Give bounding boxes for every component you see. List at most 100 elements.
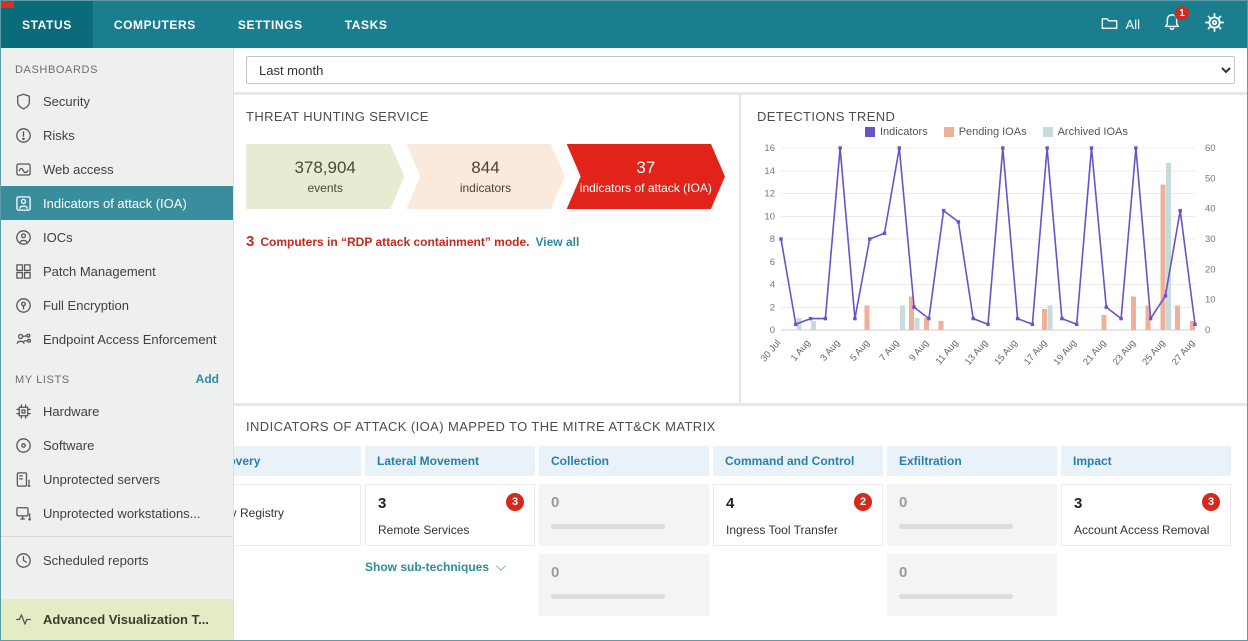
mitre-matrix-scroll[interactable]: Discovery Query RegistryLateral Movement 3… xyxy=(234,446,1247,616)
funnel-events-segment[interactable]: 378,904 events xyxy=(246,144,404,209)
threat-hunting-title: THREAT HUNTING SERVICE xyxy=(246,109,725,124)
main-content: Last month THREAT HUNTING SERVICE 378,90… xyxy=(234,48,1247,640)
sidebar-item-label: IOCs xyxy=(43,230,73,245)
mitre-column-exfiltration: Exfiltration 0 0 xyxy=(887,446,1057,616)
add-list-link[interactable]: Add xyxy=(196,372,219,386)
sidebar-item-scheduled-reports[interactable]: Scheduled reports xyxy=(1,543,233,577)
target-person-icon xyxy=(15,229,32,246)
events-count: 378,904 xyxy=(294,158,355,178)
svg-text:19 Aug: 19 Aug xyxy=(1052,338,1079,368)
nav-tab-status[interactable]: STATUS xyxy=(1,1,93,48)
endpoint-network-icon xyxy=(15,331,32,348)
detections-trend-panel: DETECTIONS TREND IndicatorsPending IOAsA… xyxy=(741,95,1247,403)
computers-filter-button[interactable]: All xyxy=(1100,14,1140,36)
containment-note: 3 Computers in “RDP attack containment” … xyxy=(246,233,725,250)
legend-swatch xyxy=(944,127,954,137)
sidebar-item-patch-management[interactable]: Patch Management xyxy=(1,254,233,288)
show-sub-techniques-link[interactable]: Show sub-techniques xyxy=(365,560,535,574)
app-window: STATUSCOMPUTERSSETTINGSTASKS All 1 xyxy=(0,0,1248,641)
svg-text:50: 50 xyxy=(1205,173,1216,184)
disc-icon xyxy=(15,437,32,454)
svg-text:4: 4 xyxy=(770,280,775,291)
svg-text:17 Aug: 17 Aug xyxy=(1022,338,1049,368)
nav-tab-tasks[interactable]: TASKS xyxy=(324,1,409,48)
svg-text:10: 10 xyxy=(764,211,775,222)
svg-text:23 Aug: 23 Aug xyxy=(1111,338,1138,368)
legend-label: Archived IOAs xyxy=(1058,126,1128,138)
svg-text:0: 0 xyxy=(1205,325,1210,336)
technique-cell[interactable]: 4Ingress Tool Transfer2 xyxy=(713,484,883,546)
detections-trend-title: DETECTIONS TREND xyxy=(757,109,1233,124)
show-sub-techniques-label: Show sub-techniques xyxy=(365,560,489,574)
empty-progress-bar xyxy=(551,594,665,599)
tactic-header[interactable]: Exfiltration xyxy=(887,446,1057,476)
sidebar-item-indicators-of-attack-ioa[interactable]: Indicators of attack (IOA) xyxy=(1,186,233,220)
chevron-down-icon xyxy=(496,561,506,571)
sidebar-item-label: Hardware xyxy=(43,404,99,419)
svg-text:5 Aug: 5 Aug xyxy=(848,338,872,364)
sidebar-item-risks[interactable]: Risks xyxy=(1,118,233,152)
alert-circle-icon xyxy=(15,127,32,144)
time-range-select[interactable]: Last month xyxy=(246,56,1235,84)
nav-tab-settings[interactable]: SETTINGS xyxy=(217,1,324,48)
tactic-header[interactable]: Command and Control xyxy=(713,446,883,476)
empty-progress-bar xyxy=(899,524,1013,529)
encryption-lock-icon xyxy=(15,297,32,314)
svg-text:10: 10 xyxy=(1205,295,1216,306)
nav-tab-computers[interactable]: COMPUTERS xyxy=(93,1,217,48)
folder-icon xyxy=(1100,14,1119,36)
containment-count: 3 xyxy=(246,233,254,250)
sidebar-item-security[interactable]: Security xyxy=(1,84,233,118)
nav-right-tools: All 1 xyxy=(1100,1,1247,48)
sidebar-item-full-encryption[interactable]: Full Encryption xyxy=(1,288,233,322)
sidebar-item-software[interactable]: Software xyxy=(1,428,233,462)
tactic-header[interactable]: Impact xyxy=(1061,446,1231,476)
legend-label: Indicators xyxy=(880,126,928,138)
technique-cell[interactable]: 3Account Access Removal3 xyxy=(1061,484,1231,546)
sidebar-item-endpoint-access-enforcement[interactable]: Endpoint Access Enforcement xyxy=(1,322,233,356)
technique-count: 0 xyxy=(899,494,1045,511)
svg-text:11 Aug: 11 Aug xyxy=(934,338,961,367)
tactic-header[interactable]: Collection xyxy=(539,446,709,476)
svg-text:2: 2 xyxy=(770,302,775,313)
view-all-link[interactable]: View all xyxy=(536,235,580,249)
containment-text: Computers in “RDP attack containment” mo… xyxy=(260,235,529,249)
empty-technique-cell: 0 xyxy=(887,484,1057,546)
notifications-button[interactable]: 1 xyxy=(1162,12,1182,37)
sidebar-item-advanced-visualization-t[interactable]: Advanced Visualization T... xyxy=(1,599,233,640)
technique-count: 3 xyxy=(378,495,522,512)
technique-count: 0 xyxy=(899,564,1045,581)
technique-cell[interactable]: Query Registry xyxy=(234,484,361,546)
mitre-matrix-title: INDICATORS OF ATTACK (IOA) MAPPED TO THE… xyxy=(234,419,1247,446)
svg-text:1 Aug: 1 Aug xyxy=(789,338,813,364)
svg-text:6: 6 xyxy=(770,257,775,268)
sidebar-item-unprotected-workstations[interactable]: Unprotected workstations... xyxy=(1,496,233,530)
funnel-indicators-segment[interactable]: 844 indicators xyxy=(406,144,564,209)
technique-cell[interactable]: 3Remote Services3 xyxy=(365,484,535,546)
technique-name: Account Access Removal xyxy=(1074,523,1218,537)
time-filter-row: Last month xyxy=(234,48,1247,92)
tactic-header[interactable]: Lateral Movement xyxy=(365,446,535,476)
sidebar-item-web-access[interactable]: Web access xyxy=(1,152,233,186)
empty-technique-cell: 0 xyxy=(887,554,1057,616)
sidebar-item-label: Endpoint Access Enforcement xyxy=(43,332,216,347)
technique-count: 3 xyxy=(1074,495,1218,512)
svg-text:27 Aug: 27 Aug xyxy=(1170,338,1197,368)
ioa-label: indicators of attack (IOA) xyxy=(580,181,712,195)
clock-icon xyxy=(15,552,32,569)
threat-hunting-panel: THREAT HUNTING SERVICE 378,904 events 84… xyxy=(234,95,739,403)
sidebar-item-unprotected-servers[interactable]: Unprotected servers xyxy=(1,462,233,496)
sidebar-item-iocs[interactable]: IOCs xyxy=(1,220,233,254)
legend-swatch xyxy=(1043,127,1053,137)
mitre-column-lateral-movement: Lateral Movement 3Remote Services3 Show su… xyxy=(365,446,535,616)
sidebar-item-label: Scheduled reports xyxy=(43,553,149,568)
sidebar-item-hardware[interactable]: Hardware xyxy=(1,394,233,428)
sidebar-section-title: MY LISTSAdd xyxy=(1,356,233,394)
sidebar-item-label: Software xyxy=(43,438,94,453)
settings-button[interactable] xyxy=(1204,12,1225,38)
funnel-ioa-segment[interactable]: 37 indicators of attack (IOA) xyxy=(567,144,725,209)
tactic-header[interactable]: Discovery xyxy=(234,446,361,476)
indicators-label: indicators xyxy=(460,181,511,195)
sidebar-section-title: DASHBOARDS xyxy=(1,48,233,84)
mitre-column-collection: Collection00 xyxy=(539,446,709,616)
